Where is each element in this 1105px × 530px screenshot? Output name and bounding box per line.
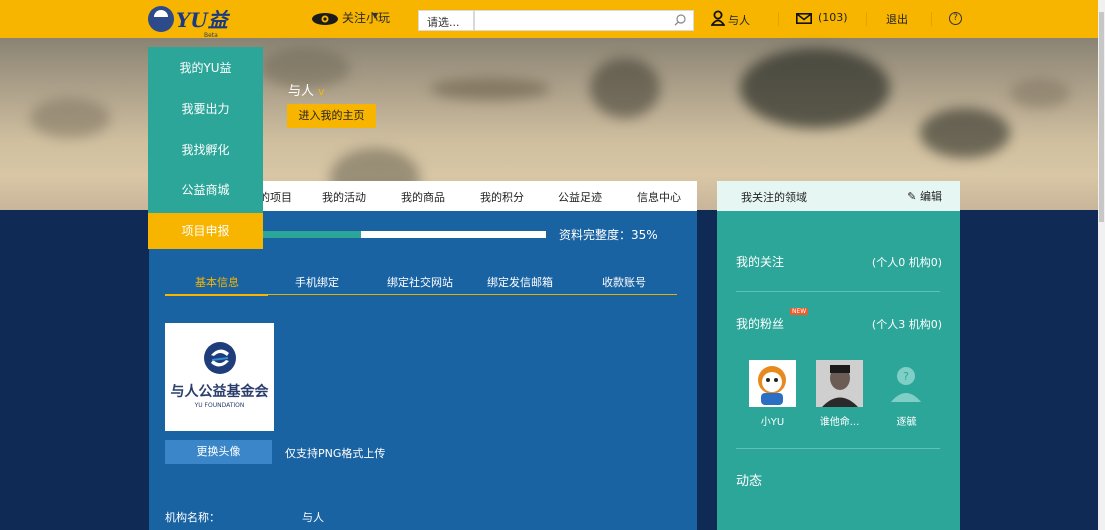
profile-name-text: 与人 [288, 84, 315, 99]
mail-icon[interactable] [796, 13, 812, 24]
main-panel: 资料完整度：35% 基本信息 手机绑定 绑定社交网站 绑定发信邮箱 收款账号 与… [149, 211, 697, 530]
followed-fields-header: 我关注的领域 ✎ 编辑 [717, 181, 960, 211]
search-input[interactable] [474, 10, 694, 31]
active-tab-indicator [165, 294, 268, 296]
tab-payment-account[interactable]: 收款账号 [602, 274, 646, 290]
change-avatar-button[interactable]: 更换头像 [165, 440, 272, 464]
followed-fields-label: 我关注的领域 [741, 191, 807, 204]
person-photo-icon [816, 360, 863, 407]
fan-item[interactable]: 小YU [749, 360, 796, 428]
page-scrollbar[interactable] [1098, 0, 1105, 530]
menu-item-charity-mall[interactable]: 公益商城 [148, 172, 263, 208]
verified-badge: v [318, 85, 325, 98]
divider [736, 291, 940, 292]
enter-home-button[interactable]: 进入我的主页 [287, 104, 376, 128]
default-avatar-icon: ? [891, 367, 921, 402]
divider [931, 12, 932, 26]
upload-note: 仅支持PNG格式上传 [285, 447, 386, 460]
nav-my-products[interactable]: 我的商品 [401, 189, 445, 205]
logout-link[interactable]: 退出 [886, 11, 908, 27]
divider [866, 12, 867, 26]
menu-item-incubation[interactable]: 我找孵化 [148, 132, 263, 168]
nav-charity-footprint[interactable]: 公益足迹 [558, 189, 602, 205]
category-select[interactable]: 请选... [418, 10, 474, 31]
fan-name[interactable]: 小YU [749, 413, 796, 428]
user-menu-dropdown: 我的YU益 我要出力 我找孵化 公益商城 项目申报 [148, 47, 263, 249]
help-icon[interactable]: ? [949, 12, 962, 25]
chevron-down-icon[interactable]: ▼ [372, 11, 378, 20]
scrollbar-thumb[interactable] [1099, 12, 1104, 222]
edit-label: 编辑 [920, 190, 942, 203]
search-icon[interactable] [674, 14, 686, 26]
menu-item-my-yu[interactable]: 我的YU益 [148, 50, 263, 86]
profile-progress-label: 资料完整度：35% [559, 228, 658, 242]
nav-my-projects[interactable]: 的项目 [259, 189, 292, 205]
profile-progress-fill [261, 231, 361, 238]
fan-item[interactable]: ? 逐毓 [883, 360, 930, 428]
profile-progress-bar [261, 231, 546, 238]
avatar: 与人公益基金会 YU FOUNDATION [165, 323, 274, 431]
attention-label[interactable]: 关注小玩 [342, 11, 390, 25]
nav-my-points[interactable]: 我的积分 [480, 189, 524, 205]
fan-name[interactable]: 逐毓 [883, 413, 930, 428]
eye-icon[interactable] [311, 12, 339, 26]
logo[interactable]: YU益 Beta [148, 6, 228, 39]
foundation-logo-icon [204, 342, 236, 374]
settings-tabs: 基本信息 手机绑定 绑定社交网站 绑定发信邮箱 收款账号 [165, 274, 677, 296]
tab-basic-info[interactable]: 基本信息 [195, 274, 239, 290]
logo-text: YU益 [176, 8, 228, 32]
foundation-name-en: YU FOUNDATION [194, 402, 245, 409]
menu-item-contribute[interactable]: 我要出力 [148, 91, 263, 127]
feed-label: 动态 [736, 474, 763, 489]
divider [778, 12, 779, 26]
org-name-label: 机构名称： [165, 511, 220, 524]
mail-count[interactable]: (103) [818, 11, 848, 24]
user-name-link[interactable]: 与人 [728, 12, 750, 28]
top-bar: YU益 Beta 关注小玩 ▼ 请选... 与人 (103) 退出 ? [0, 0, 1105, 39]
tab-phone-binding[interactable]: 手机绑定 [295, 274, 339, 290]
divider [736, 448, 940, 449]
mascot-icon [758, 366, 786, 405]
new-badge: NEW [790, 308, 809, 315]
my-follows-label[interactable]: 我的关注 [736, 253, 784, 270]
foundation-name: 与人公益基金会 [170, 384, 269, 400]
my-fans-counts[interactable]: (个人3 机构0) [872, 316, 942, 332]
tab-social-binding[interactable]: 绑定社交网站 [387, 274, 453, 290]
avatar [749, 360, 796, 407]
right-panel: 我的关注 (个人0 机构0) 我的粉丝 NEW (个人3 机构0) 小YU 谁他… [717, 211, 960, 530]
fan-item[interactable]: 谁他命... [816, 360, 863, 428]
my-follows-counts[interactable]: (个人0 机构0) [872, 254, 942, 270]
my-fans-label[interactable]: 我的粉丝 [736, 315, 784, 332]
avatar [816, 360, 863, 407]
avatar: ? [883, 360, 930, 407]
tab-email-binding[interactable]: 绑定发信邮箱 [487, 274, 553, 290]
profile-name: 与人 v [288, 80, 325, 99]
org-name-value: 与人 [302, 511, 324, 524]
user-icon[interactable] [711, 10, 725, 26]
nav-message-center[interactable]: 信息中心 [637, 189, 681, 205]
menu-item-project-apply[interactable]: 项目申报 [148, 213, 263, 249]
logo-mark-icon [148, 6, 174, 32]
nav-my-activities[interactable]: 我的活动 [322, 189, 366, 205]
category-select-label: 请选... [427, 16, 460, 29]
fan-name[interactable]: 谁他命... [816, 413, 863, 428]
svg-text:?: ? [903, 370, 909, 383]
edit-fields-button[interactable]: ✎ 编辑 [907, 188, 942, 204]
edit-icon: ✎ [907, 190, 917, 203]
